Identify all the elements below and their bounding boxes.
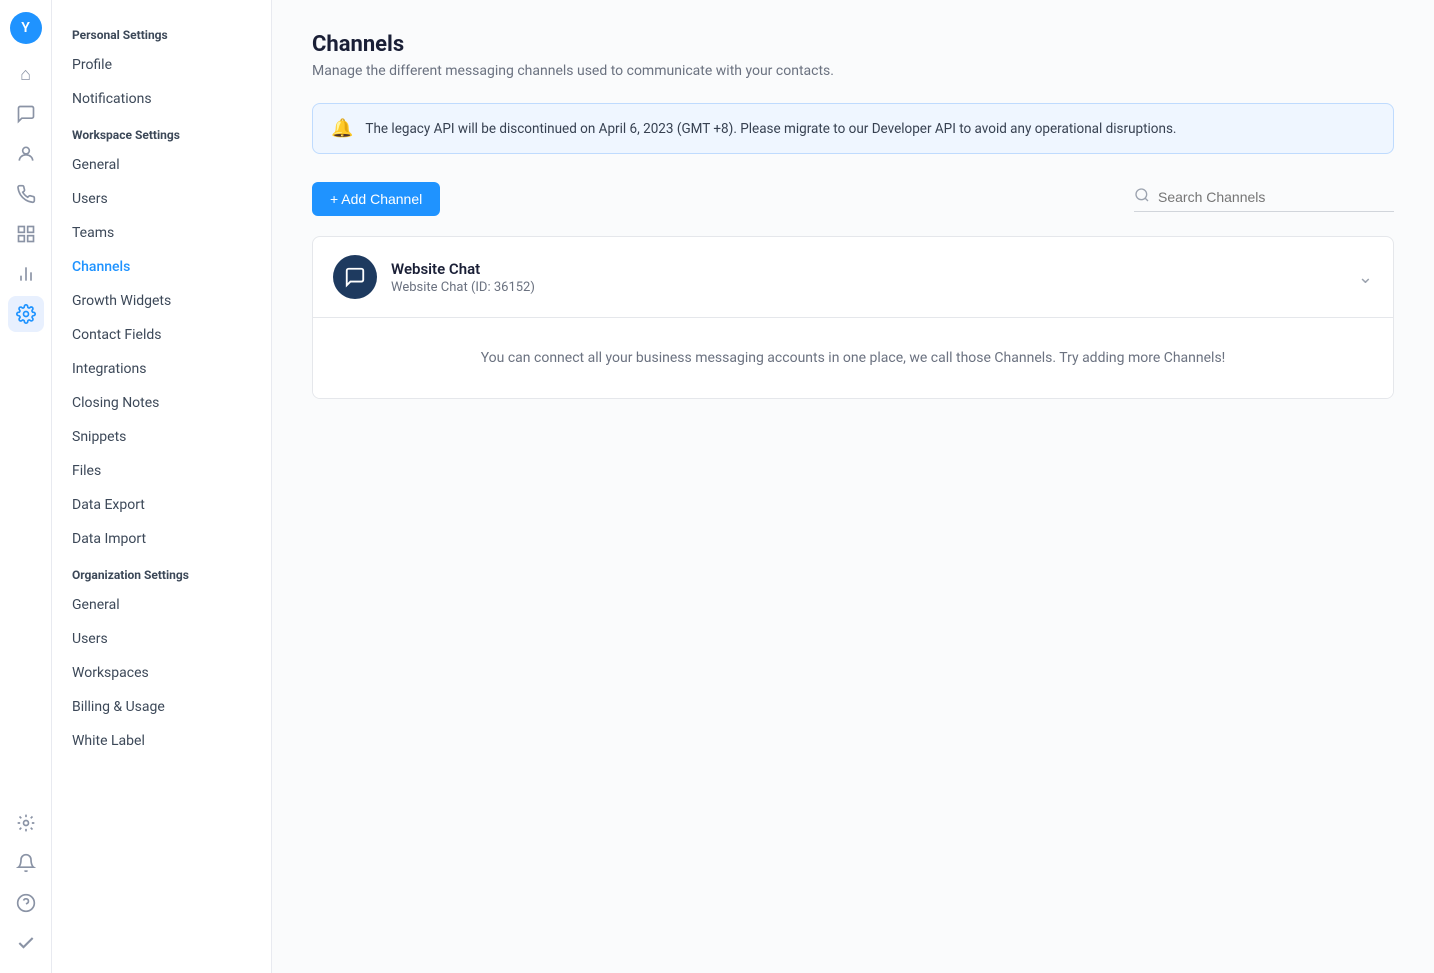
sidebar-item-ws-contacts[interactable]: Contact Fields bbox=[52, 318, 271, 352]
help-icon[interactable] bbox=[8, 885, 44, 921]
page-title: Channels bbox=[312, 32, 1394, 57]
org-icon[interactable] bbox=[8, 216, 44, 252]
sidebar-item-ws-teams[interactable]: Teams bbox=[52, 216, 271, 250]
sidebar-item-ws-users[interactable]: Users bbox=[52, 182, 271, 216]
channel-avatar bbox=[333, 255, 377, 299]
user-avatar[interactable]: Y bbox=[10, 12, 42, 44]
sidebar-item-ws-growth[interactable]: Growth Widgets bbox=[52, 284, 271, 318]
sidebar-item-ws-channels[interactable]: Channels bbox=[52, 250, 271, 284]
sidebar-item-ws-closing[interactable]: Closing Notes bbox=[52, 386, 271, 420]
search-input[interactable] bbox=[1158, 189, 1378, 205]
phone-icon[interactable] bbox=[8, 176, 44, 212]
sidebar-item-ws-general[interactable]: General bbox=[52, 148, 271, 182]
sidebar-item-ws-export[interactable]: Data Export bbox=[52, 488, 271, 522]
chevron-down-icon: ⌄ bbox=[1358, 267, 1373, 288]
home-icon[interactable]: ⌂ bbox=[8, 56, 44, 92]
sidebar-item-profile[interactable]: Profile bbox=[52, 48, 271, 82]
settings-icon[interactable] bbox=[8, 296, 44, 332]
channel-list: Website Chat Website Chat (ID: 36152) ⌄ … bbox=[312, 236, 1394, 399]
personal-settings-nav: ProfileNotifications bbox=[52, 48, 271, 116]
search-icon bbox=[1134, 187, 1150, 207]
warning-icon: 🔔 bbox=[331, 118, 353, 139]
channel-info: Website Chat Website Chat (ID: 36152) bbox=[391, 260, 1358, 295]
sidebar-item-org-users[interactable]: Users bbox=[52, 622, 271, 656]
channel-id: Website Chat (ID: 36152) bbox=[391, 280, 1358, 295]
sidebar-item-org-workspaces[interactable]: Workspaces bbox=[52, 656, 271, 690]
sidebar-item-org-billing[interactable]: Billing & Usage bbox=[52, 690, 271, 724]
checkmark-icon[interactable] bbox=[8, 925, 44, 961]
channels-toolbar: + Add Channel bbox=[312, 182, 1394, 216]
add-channel-button[interactable]: + Add Channel bbox=[312, 182, 440, 216]
sidebar: Personal Settings ProfileNotifications W… bbox=[52, 0, 272, 973]
personal-settings-title: Personal Settings bbox=[52, 16, 271, 48]
org-settings-nav: GeneralUsersWorkspacesBilling & UsageWhi… bbox=[52, 588, 271, 758]
search-wrapper bbox=[1134, 187, 1394, 212]
sidebar-item-ws-integrations[interactable]: Integrations bbox=[52, 352, 271, 386]
integrations-bottom-icon[interactable] bbox=[8, 805, 44, 841]
channel-name: Website Chat bbox=[391, 260, 1358, 278]
warning-banner: 🔔 The legacy API will be discontinued on… bbox=[312, 103, 1394, 154]
banner-text: The legacy API will be discontinued on A… bbox=[365, 121, 1176, 137]
main-content: Channels Manage the different messaging … bbox=[272, 0, 1434, 973]
org-settings-title: Organization Settings bbox=[52, 556, 271, 588]
channels-container: Website Chat Website Chat (ID: 36152) ⌄ bbox=[313, 237, 1393, 317]
chat-icon[interactable] bbox=[8, 96, 44, 132]
contacts-icon[interactable] bbox=[8, 136, 44, 172]
notifications-bell-icon[interactable] bbox=[8, 845, 44, 881]
page-subtitle: Manage the different messaging channels … bbox=[312, 63, 1394, 79]
empty-state: You can connect all your business messag… bbox=[313, 317, 1393, 398]
channel-item[interactable]: Website Chat Website Chat (ID: 36152) ⌄ bbox=[313, 237, 1393, 317]
sidebar-item-org-white-label[interactable]: White Label bbox=[52, 724, 271, 758]
workspace-settings-title: Workspace Settings bbox=[52, 116, 271, 148]
sidebar-item-org-general[interactable]: General bbox=[52, 588, 271, 622]
sidebar-item-ws-files[interactable]: Files bbox=[52, 454, 271, 488]
reports-icon[interactable] bbox=[8, 256, 44, 292]
icon-rail: Y ⌂ bbox=[0, 0, 52, 973]
sidebar-item-ws-import[interactable]: Data Import bbox=[52, 522, 271, 556]
sidebar-item-ws-snippets[interactable]: Snippets bbox=[52, 420, 271, 454]
sidebar-item-notifications[interactable]: Notifications bbox=[52, 82, 271, 116]
workspace-settings-nav: GeneralUsersTeamsChannelsGrowth WidgetsC… bbox=[52, 148, 271, 556]
